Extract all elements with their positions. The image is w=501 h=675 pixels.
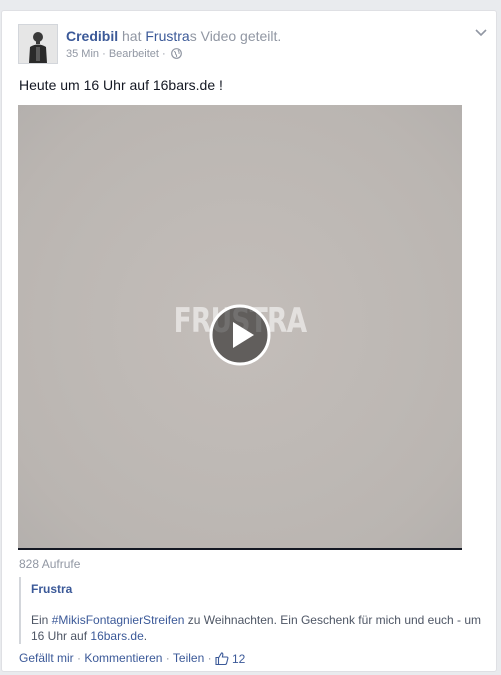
- shared-attachment-title[interactable]: Frustra: [31, 582, 483, 596]
- external-link[interactable]: 16bars.de: [90, 629, 143, 643]
- meta-separator: ·: [162, 48, 166, 60]
- desc-text-pre: Ein: [31, 613, 49, 627]
- desc-text-end: .: [143, 629, 148, 643]
- chevron-down-icon[interactable]: [474, 25, 488, 39]
- comment-button[interactable]: Kommentieren: [84, 651, 162, 665]
- video-player[interactable]: FRUSTRA: [18, 105, 462, 550]
- thumbs-up-icon: [215, 652, 229, 666]
- post-text: Heute um 16 Uhr auf 16bars.de !: [19, 77, 223, 93]
- action-text-post: s Video geteilt.: [189, 28, 282, 44]
- author-link[interactable]: Credibil: [66, 28, 118, 44]
- shared-attachment: Frustra Ein #MikisFontagnierStreifen zu …: [19, 577, 483, 644]
- action-bar: Gefällt mir · Kommentieren · Teilen · 12: [19, 651, 245, 666]
- like-button[interactable]: Gefällt mir: [19, 651, 74, 665]
- edited-label[interactable]: Bearbeitet: [109, 48, 159, 60]
- globe-icon[interactable]: [170, 48, 182, 62]
- post-meta: 35 Min · Bearbeitet ·: [66, 48, 182, 62]
- avatar-image: [19, 25, 57, 63]
- post-header: Credibil hat Frustras Video geteilt.: [66, 28, 281, 44]
- action-separator: ·: [77, 651, 82, 665]
- shared-page-link[interactable]: Frustra: [145, 28, 189, 44]
- hashtag-link[interactable]: #MikisFontagnierStreifen: [52, 613, 185, 627]
- meta-separator: ·: [102, 48, 106, 60]
- post-timestamp[interactable]: 35 Min: [66, 48, 99, 60]
- avatar[interactable]: [18, 24, 58, 64]
- view-count: 828 Aufrufe: [19, 557, 81, 571]
- post-card: Credibil hat Frustras Video geteilt. 35 …: [1, 10, 497, 672]
- play-icon[interactable]: [208, 303, 272, 367]
- action-separator: ·: [165, 651, 170, 665]
- share-button[interactable]: Teilen: [173, 651, 204, 665]
- like-count-link[interactable]: 12: [215, 652, 245, 666]
- like-count: 12: [231, 651, 246, 666]
- shared-attachment-description: Ein #MikisFontagnierStreifen zu Weihnach…: [31, 612, 483, 644]
- action-text-pre: hat: [122, 28, 142, 44]
- action-separator: ·: [207, 651, 212, 665]
